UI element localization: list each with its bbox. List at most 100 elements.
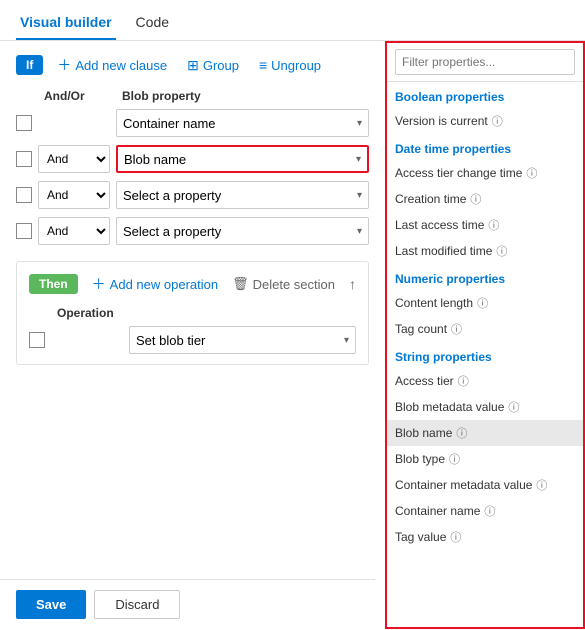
info-icon[interactable]: ⓘ [526, 165, 537, 181]
group-icon: ⊞ [187, 57, 199, 74]
ungroup-button[interactable]: ≡ Ungroup [253, 55, 327, 75]
property-item-label: Container metadata value [395, 478, 532, 492]
row-1-chevron-icon: ▾ [357, 118, 362, 129]
row-3-checkbox[interactable] [16, 187, 32, 203]
category-boolean-properties: Boolean properties [387, 82, 583, 108]
row-3-property-select[interactable]: Select a property ▾ [116, 181, 369, 209]
add-new-clause-button[interactable]: ＋ Add new clause [51, 53, 173, 77]
property-item-blob-metadata-value[interactable]: Blob metadata value ⓘ [387, 394, 583, 420]
info-icon[interactable]: ⓘ [484, 503, 495, 519]
plus-icon: ＋ [57, 55, 71, 75]
move-up-button[interactable]: ↑ [349, 276, 356, 292]
op-row-1-checkbox[interactable] [29, 332, 45, 348]
property-item-version-is-current[interactable]: Version is current ⓘ [387, 108, 583, 134]
info-icon[interactable]: ⓘ [456, 425, 467, 441]
property-item-last-access-time[interactable]: Last access time ⓘ [387, 212, 583, 238]
tab-code[interactable]: Code [132, 8, 173, 40]
trash-icon: 🗑 [232, 276, 249, 292]
property-item-blob-type[interactable]: Blob typeⓘ [387, 446, 583, 472]
condition-row-3: And Or Select a property ▾ [16, 181, 369, 209]
condition-row-2: And Or Blob name ▾ [16, 145, 369, 173]
row-2-checkbox[interactable] [16, 151, 32, 167]
property-item-label: Version is current [395, 114, 488, 128]
property-item-label: Last access time [395, 218, 484, 232]
filter-properties-input[interactable] [395, 49, 575, 75]
info-icon[interactable]: ⓘ [496, 243, 507, 259]
info-icon[interactable]: ⓘ [536, 477, 547, 493]
tabs-bar: Visual builder Code [0, 0, 585, 41]
property-item-tag-value[interactable]: Tag value ⓘ [387, 524, 583, 550]
info-icon[interactable]: ⓘ [488, 217, 499, 233]
row-1-property-select[interactable]: Container name ▾ [116, 109, 369, 137]
row-3-chevron-icon: ▾ [357, 190, 362, 201]
op-row-1-chevron-icon: ▾ [344, 335, 349, 346]
info-icon[interactable]: ⓘ [449, 451, 460, 467]
add-operation-label: Add new operation [110, 277, 218, 292]
op-row-1-value: Set blob tier [136, 333, 205, 348]
row-2-and-or-select[interactable]: And Or [38, 145, 110, 173]
row-4-property-value: Select a property [123, 224, 221, 239]
property-item-creation-time[interactable]: Creation time ⓘ [387, 186, 583, 212]
property-item-label: Last modified time [395, 244, 492, 258]
save-button[interactable]: Save [16, 590, 86, 619]
row-3-and-or-select[interactable]: And Or [38, 181, 110, 209]
property-item-last-modified-time[interactable]: Last modified time ⓘ [387, 238, 583, 264]
info-icon[interactable]: ⓘ [450, 529, 461, 545]
op-row-1-select[interactable]: Set blob tier ▾ [129, 326, 356, 354]
tab-visual-builder[interactable]: Visual builder [16, 8, 116, 40]
then-section: Then ＋ Add new operation 🗑 Delete sectio… [16, 261, 369, 365]
property-item-label: Access tier change time [395, 166, 522, 180]
info-icon[interactable]: ⓘ [451, 321, 462, 337]
row-4-checkbox[interactable] [16, 223, 32, 239]
row-1-checkbox[interactable] [16, 115, 32, 131]
bottom-bar: Save Discard [0, 579, 375, 629]
if-badge: If [16, 55, 43, 75]
if-section-header: If ＋ Add new clause ⊞ Group ≡ Ungroup [16, 53, 369, 77]
property-categories: Boolean properties Version is current ⓘ Dat… [387, 82, 583, 550]
property-item-blob-name[interactable]: Blob name ⓘ [387, 420, 583, 446]
property-item-access-tier[interactable]: Access tier ⓘ [387, 368, 583, 394]
property-item-access-tier-change-time[interactable]: Access tier change time ⓘ [387, 160, 583, 186]
info-icon[interactable]: ⓘ [470, 191, 481, 207]
info-icon[interactable]: ⓘ [458, 373, 469, 389]
blob-property-col-header: Blob property [122, 89, 369, 103]
property-item-label: Tag value [395, 530, 446, 544]
add-new-operation-button[interactable]: ＋ Add new operation [86, 272, 224, 296]
property-item-label: Access tier [395, 374, 454, 388]
property-item-content-length[interactable]: Content length ⓘ [387, 290, 583, 316]
row-2-property-select[interactable]: Blob name ▾ [116, 145, 369, 173]
row-4-chevron-icon: ▾ [357, 226, 362, 237]
ungroup-icon: ≡ [259, 57, 267, 73]
property-item-label: Content length [395, 296, 473, 310]
property-item-label: Blob name [395, 426, 452, 440]
info-icon[interactable]: ⓘ [492, 113, 503, 129]
property-item-label: Creation time [395, 192, 466, 206]
row-2-property-value: Blob name [124, 152, 186, 167]
property-item-tag-count[interactable]: Tag countⓘ [387, 316, 583, 342]
group-button[interactable]: ⊞ Group [181, 55, 245, 76]
operation-col-label: Operation [57, 306, 114, 320]
row-4-and-or-select[interactable]: And Or [38, 217, 110, 245]
row-4-property-select[interactable]: Select a property ▾ [116, 217, 369, 245]
row-1-property-value: Container name [123, 116, 216, 131]
group-label: Group [203, 58, 239, 73]
delete-section-label: Delete section [253, 277, 335, 292]
column-headers: And/Or Blob property [16, 89, 369, 103]
info-icon[interactable]: ⓘ [508, 399, 519, 415]
operation-row-1: Set blob tier ▾ [29, 326, 356, 354]
property-item-label: Blob metadata value [395, 400, 504, 414]
property-item-container-name[interactable]: Container name ⓘ [387, 498, 583, 524]
category-date-time-properties: Date time properties [387, 134, 583, 160]
discard-button[interactable]: Discard [94, 590, 180, 619]
category-numeric-properties: Numeric properties [387, 264, 583, 290]
delete-section-button[interactable]: 🗑 Delete section [232, 276, 335, 292]
property-item-container-metadata-value[interactable]: Container metadata value ⓘ [387, 472, 583, 498]
then-section-header: Then ＋ Add new operation 🗑 Delete sectio… [29, 272, 356, 296]
and-or-col-header: And/Or [44, 89, 116, 103]
filter-input-wrap [387, 43, 583, 82]
main-layout: If ＋ Add new clause ⊞ Group ≡ Ungroup An… [0, 41, 585, 629]
property-item-label: Container name [395, 504, 480, 518]
property-dropdown-panel: Boolean properties Version is current ⓘ Dat… [385, 41, 585, 629]
info-icon[interactable]: ⓘ [477, 295, 488, 311]
category-string-properties: String properties [387, 342, 583, 368]
